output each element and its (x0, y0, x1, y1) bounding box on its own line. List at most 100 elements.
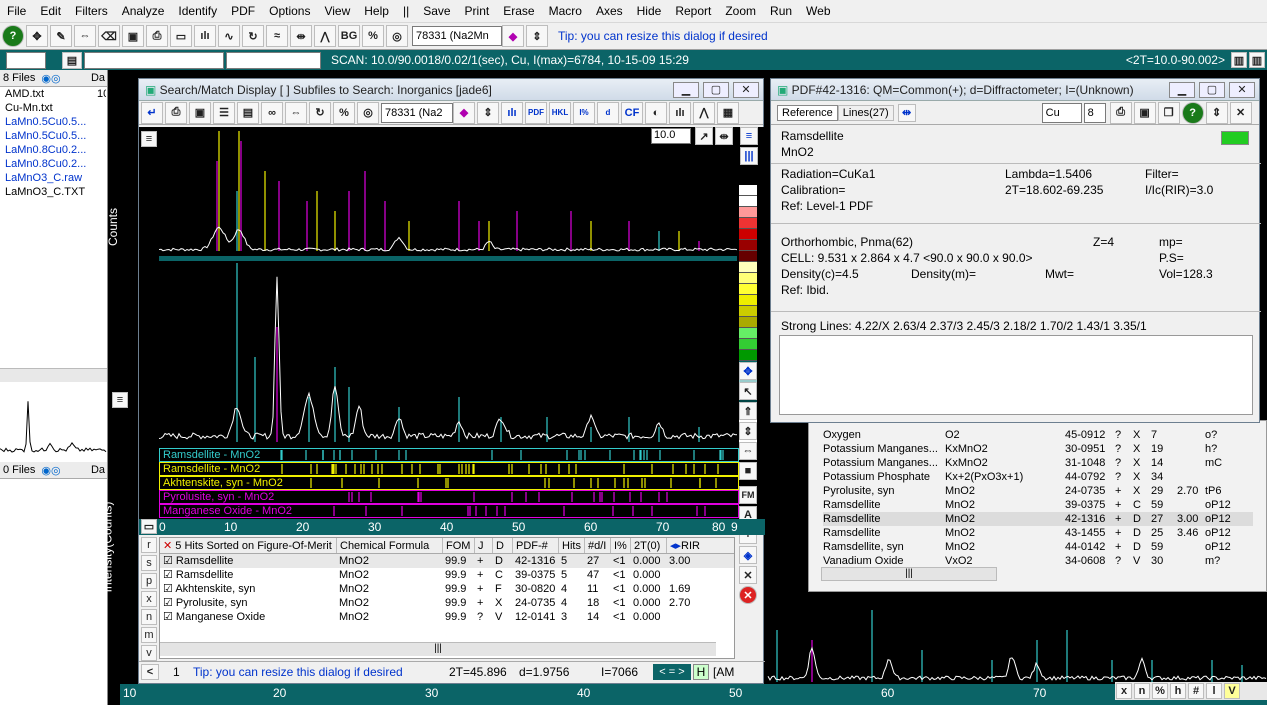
pdf-help-icon[interactable]: ? (1181, 101, 1204, 124)
axis-left-button[interactable]: ▭ (141, 519, 157, 534)
footer-back-button[interactable]: < (141, 663, 159, 680)
col-pdf[interactable]: PDF-# (512, 538, 558, 553)
up-left-icon[interactable]: ↖ (739, 382, 757, 400)
nav-icon[interactable]: ◈ (739, 546, 757, 564)
list-item[interactable]: AMD.txt (0, 87, 107, 101)
list-item[interactable]: LaMn0.5Cu0.5... (0, 129, 107, 143)
save-icon[interactable]: ▣ (122, 25, 144, 47)
smooth-icon[interactable]: ∿ (218, 25, 240, 47)
palette-swatch[interactable] (739, 317, 757, 328)
menu-file[interactable]: File (0, 4, 33, 18)
search-dataset-select[interactable]: 78331 (Na2 (381, 102, 453, 123)
hit-checkbox[interactable]: ☑ (163, 597, 176, 609)
glasses-icon[interactable]: ∞ (261, 101, 283, 124)
menu-filters[interactable]: Filters (68, 4, 115, 18)
bars-icon[interactable]: ılı (501, 101, 523, 124)
pen-tool-icon[interactable]: ✎ (50, 25, 72, 47)
range-icon[interactable]: ▥ (1231, 52, 1247, 68)
palette-swatch[interactable] (739, 350, 757, 361)
col-fom[interactable]: FOM (442, 538, 474, 553)
hkl-icon[interactable]: HKL (549, 101, 571, 124)
monitor-icon[interactable]: ▭ (170, 25, 192, 47)
side-button-p[interactable]: p (141, 573, 157, 589)
file-filter-icon[interactable]: ◉◎ (41, 72, 60, 85)
tool-n[interactable]: n (1134, 683, 1150, 699)
gem-icon[interactable]: ◆ (453, 101, 475, 124)
menu-report[interactable]: Report (668, 4, 718, 18)
menu-zoom[interactable]: Zoom (718, 4, 763, 18)
expand-icon[interactable]: ⇹ (290, 25, 312, 47)
menu-analyze[interactable]: Analyze (115, 4, 172, 18)
up-arrow-icon[interactable]: ⇑ (739, 402, 757, 420)
tool-percent[interactable]: % (1152, 683, 1168, 699)
col-ipct[interactable]: I% (610, 538, 630, 553)
tool-x[interactable]: x (1116, 683, 1132, 699)
pdf-copy-icon[interactable]: ❐ (1157, 101, 1180, 124)
refresh-icon[interactable]: ↻ (309, 101, 331, 124)
phase-bar-row[interactable]: Pyrolusite, syn - MnO2 (159, 490, 739, 504)
cursor-tool-icon[interactable]: ✥ (26, 25, 48, 47)
file-list-scrollbar[interactable] (0, 368, 107, 382)
col-d[interactable]: D (492, 538, 512, 553)
list-item[interactable]: Pyrolusite, syn MnO2 24-0735 + X 29 2.70 tP6 (823, 484, 1253, 498)
brush-icon[interactable]: ⌫ (98, 25, 120, 47)
percent-icon[interactable]: % (362, 25, 384, 47)
tab-lines[interactable]: Lines(27) (837, 104, 894, 121)
palette-swatch[interactable] (739, 273, 757, 284)
list-item[interactable]: Oxygen O2 45-0912? X 7 o? (823, 428, 1253, 442)
pdf-save-icon[interactable]: ▣ (1133, 101, 1156, 124)
palette-swatch[interactable] (739, 306, 757, 317)
palette-swatch[interactable] (739, 240, 757, 251)
palette-swatch[interactable] (739, 251, 757, 262)
list-item[interactable]: Potassium Phosphate Kx+2(PxO3x+1) 44-0792?… (823, 470, 1253, 484)
list-icon[interactable]: ☰ (213, 101, 235, 124)
hits-scrollbar[interactable]: ||| (160, 642, 716, 656)
left-right-icon[interactable]: ⇔ (739, 442, 757, 460)
wave-icon[interactable]: ≈ (266, 25, 288, 47)
hit-checkbox[interactable]: ☑ (163, 569, 176, 581)
pdf-close-icon[interactable]: ✕ (1229, 101, 1252, 124)
palette-bars-icon[interactable]: ≡ (740, 127, 758, 145)
pdf-icon[interactable]: PDF (525, 101, 547, 124)
list-item[interactable]: LaMn0.8Cu0.2... (0, 157, 107, 171)
palette-swatch[interactable] (739, 284, 757, 295)
menu-save[interactable]: Save (416, 4, 457, 18)
tool-v[interactable]: V (1224, 683, 1240, 699)
list-item[interactable]: Cu-Mn.txt (0, 101, 107, 115)
file-list-icon[interactable]: ▤ (62, 51, 82, 69)
menu-print[interactable]: Print (458, 4, 497, 18)
report-icon[interactable]: ▤ (237, 101, 259, 124)
zero-files-date-col[interactable]: Da (91, 464, 105, 476)
help-icon[interactable]: ? (2, 25, 24, 47)
footer-h-button[interactable]: H (693, 663, 709, 680)
grid-icon[interactable]: ▦ (717, 101, 739, 124)
close-button[interactable]: ✕ (733, 81, 759, 98)
hits-title[interactable]: ✕ 5 Hits Sorted on Figure-Of-Merit (160, 538, 336, 553)
menu-help[interactable]: Help (357, 4, 396, 18)
percent-icon[interactable]: % (333, 101, 355, 124)
palette-swatch[interactable] (739, 185, 757, 196)
phase-bar-row[interactable]: Akhtenskite, syn - MnO2 (159, 476, 739, 490)
col-di[interactable]: #d/I (584, 538, 610, 553)
arrow-up-down-icon[interactable]: ⇕ (526, 25, 548, 47)
tab-reference[interactable]: Reference (777, 104, 838, 121)
pdf-target-select[interactable]: Cu (1041, 102, 1082, 123)
sample-field[interactable]: NM-1015 (226, 51, 321, 69)
menu-erase[interactable]: Erase (496, 4, 541, 18)
hit-checkbox[interactable]: ☑ (163, 611, 176, 623)
table-row[interactable]: ☑ Manganese Oxide MnO2 99.9? V 12-0141 3 14 <1 0… (160, 610, 734, 624)
palette-swatch[interactable] (739, 339, 757, 350)
list-item[interactable]: Potassium Manganes... KxMnO2 31-1048? X 14 mC (823, 456, 1253, 470)
overlay-toggle[interactable] (1221, 131, 1249, 145)
list-item[interactable]: Ramsdellite, syn MnO2 44-0142 + D 59 oP12 (823, 540, 1253, 554)
menu-identify[interactable]: Identify (171, 4, 224, 18)
hit-checkbox[interactable]: ☑ (163, 555, 176, 567)
palette-lines-icon[interactable]: ||| (740, 147, 758, 165)
palette-swatch[interactable] (739, 229, 757, 240)
side-button-v[interactable]: v (141, 645, 157, 661)
menu-edit[interactable]: Edit (33, 4, 68, 18)
menu-options[interactable]: Options (262, 4, 317, 18)
palette-swatch[interactable] (739, 262, 757, 273)
menu-pdf[interactable]: PDF (224, 4, 262, 18)
table-row[interactable]: ☑ Ramsdellite MnO2 99.9 + D 42-1316 5 27 <1 0.000… (160, 554, 734, 568)
